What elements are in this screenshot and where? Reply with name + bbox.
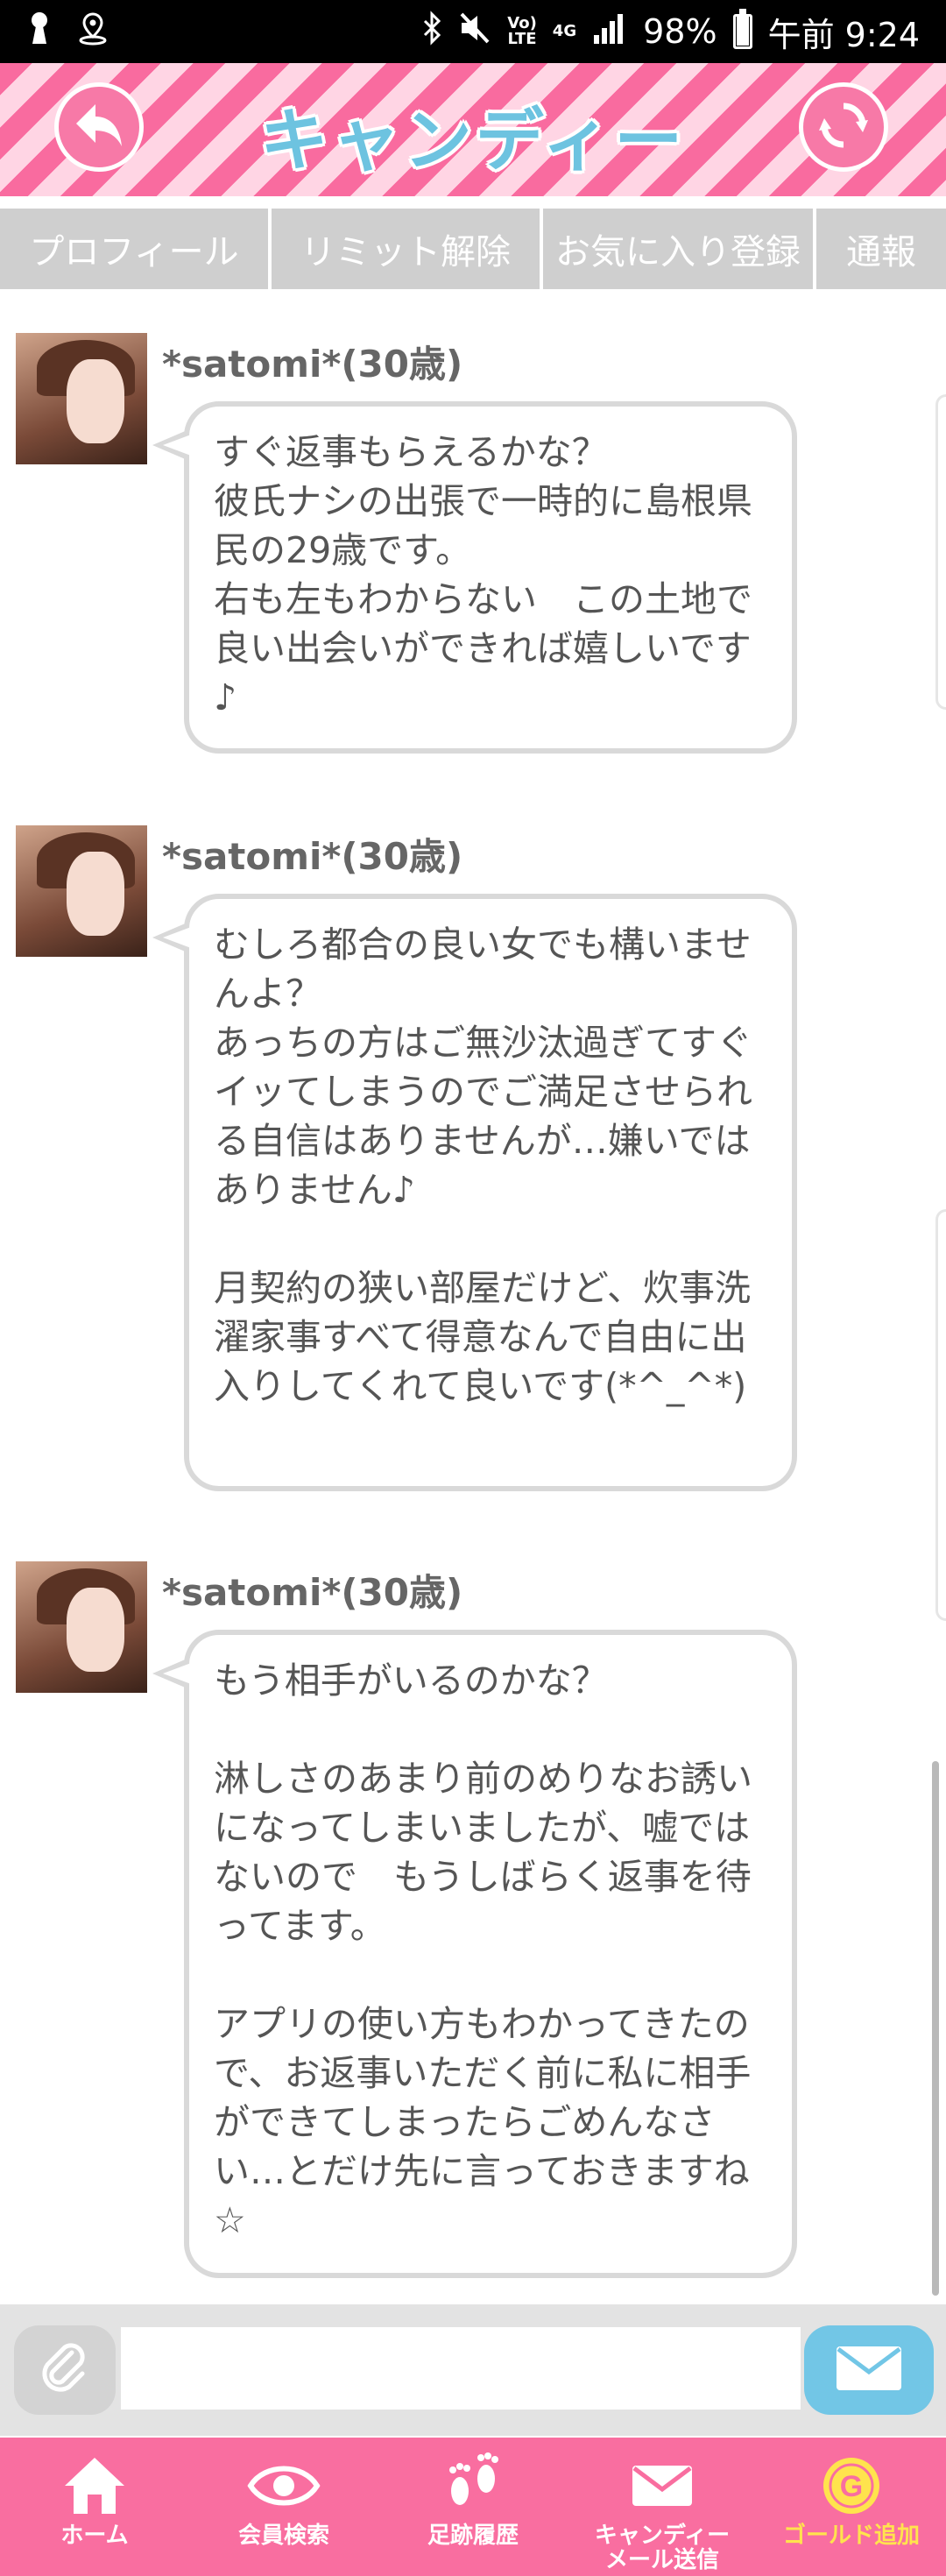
avatar[interactable] bbox=[16, 333, 147, 464]
app-header: キャンディー bbox=[0, 63, 946, 196]
nav-home[interactable]: ホーム bbox=[0, 2438, 189, 2576]
signal-type: 4G bbox=[552, 22, 577, 40]
bottom-nav: ホーム 会員検索 足跡履歴 キャンディー メール送信 G ゴールド追加 bbox=[0, 2438, 946, 2576]
mail-icon bbox=[630, 2448, 695, 2523]
avatar[interactable] bbox=[16, 825, 147, 957]
nav-member-search-label: 会員検索 bbox=[237, 2523, 329, 2549]
refresh-icon bbox=[817, 99, 870, 155]
home-icon bbox=[60, 2448, 130, 2523]
side-hint bbox=[935, 1209, 946, 1621]
footprint-icon bbox=[442, 2448, 504, 2523]
nav-footprint-history[interactable]: 足跡履歴 bbox=[378, 2438, 568, 2576]
nav-candy-mail-label: キャンディー メール送信 bbox=[594, 2523, 731, 2573]
keyhole-icon bbox=[26, 11, 53, 53]
eye-icon bbox=[247, 2448, 321, 2523]
envelope-icon bbox=[834, 2344, 904, 2396]
gold-coin-icon: G bbox=[820, 2448, 883, 2523]
message-input-bar bbox=[0, 2304, 946, 2436]
avatar[interactable] bbox=[16, 1561, 147, 1693]
battery-icon bbox=[732, 9, 752, 49]
nav-gold-add[interactable]: G ゴールド追加 bbox=[757, 2438, 946, 2576]
tab-limit-release[interactable]: リミット解除 bbox=[272, 209, 540, 289]
message-list[interactable]: *satomi*(30歳) すぐ返事もらえるかな？ 彼氏ナシの出張で一時的に島根… bbox=[0, 289, 946, 2304]
nav-footprint-history-label: 足跡履歴 bbox=[427, 2523, 519, 2549]
tab-favorite[interactable]: お気に入り登録 bbox=[543, 209, 813, 289]
battery-fill bbox=[736, 16, 749, 46]
location-icon bbox=[77, 11, 109, 53]
nav-candy-mail[interactable]: キャンディー メール送信 bbox=[568, 2438, 757, 2576]
bluetooth-icon bbox=[421, 10, 442, 53]
sender-name: *satomi*(30歳) bbox=[162, 835, 463, 878]
network-bottom-text: LTE bbox=[507, 30, 537, 48]
message-bubble: もう相手がいるのかな？ 淋しさのあまり前のめりなお誘いになってしまいましたが、嘘… bbox=[152, 1630, 797, 2278]
status-bar: Vo) LTE 4G 98% 午前 9:24 bbox=[0, 0, 946, 63]
send-button[interactable] bbox=[804, 2325, 934, 2415]
mute-icon bbox=[458, 11, 491, 53]
tab-profile[interactable]: プロフィール bbox=[0, 209, 268, 289]
refresh-button[interactable] bbox=[799, 82, 888, 172]
sender-name: *satomi*(30歳) bbox=[162, 1571, 463, 1614]
svg-text:G: G bbox=[840, 2470, 863, 2503]
nav-home-label: ホーム bbox=[60, 2523, 129, 2549]
scrollbar[interactable] bbox=[932, 1761, 939, 2296]
clock: 午前 9:24 bbox=[767, 15, 920, 54]
message-input[interactable] bbox=[121, 2327, 801, 2410]
app-root: Vo) LTE 4G 98% 午前 9:24 キャンディー プロフィール リミッ… bbox=[0, 0, 946, 2576]
message-bubble: すぐ返事もらえるかな？ 彼氏ナシの出張で一時的に島根県民の29歳です。 右も左も… bbox=[152, 401, 797, 754]
signal-icon bbox=[592, 11, 627, 53]
attach-button[interactable] bbox=[14, 2325, 116, 2415]
tab-report[interactable]: 通報 bbox=[816, 209, 946, 289]
paperclip-icon bbox=[37, 2340, 93, 2400]
side-hint bbox=[935, 394, 946, 710]
message-bubble: むしろ都合の良い女でも構いませんよ？ あっちの方はご無沙汰過ぎてすぐイッてしまう… bbox=[152, 894, 797, 1491]
sender-name: *satomi*(30歳) bbox=[162, 343, 463, 386]
action-tab-bar: プロフィール リミット解除 お気に入り登録 通報 bbox=[0, 209, 946, 289]
battery-text: 98% bbox=[643, 12, 717, 51]
nav-gold-add-label: ゴールド追加 bbox=[782, 2523, 920, 2549]
nav-member-search[interactable]: 会員検索 bbox=[189, 2438, 378, 2576]
network-indicator: Vo) LTE bbox=[507, 16, 537, 47]
